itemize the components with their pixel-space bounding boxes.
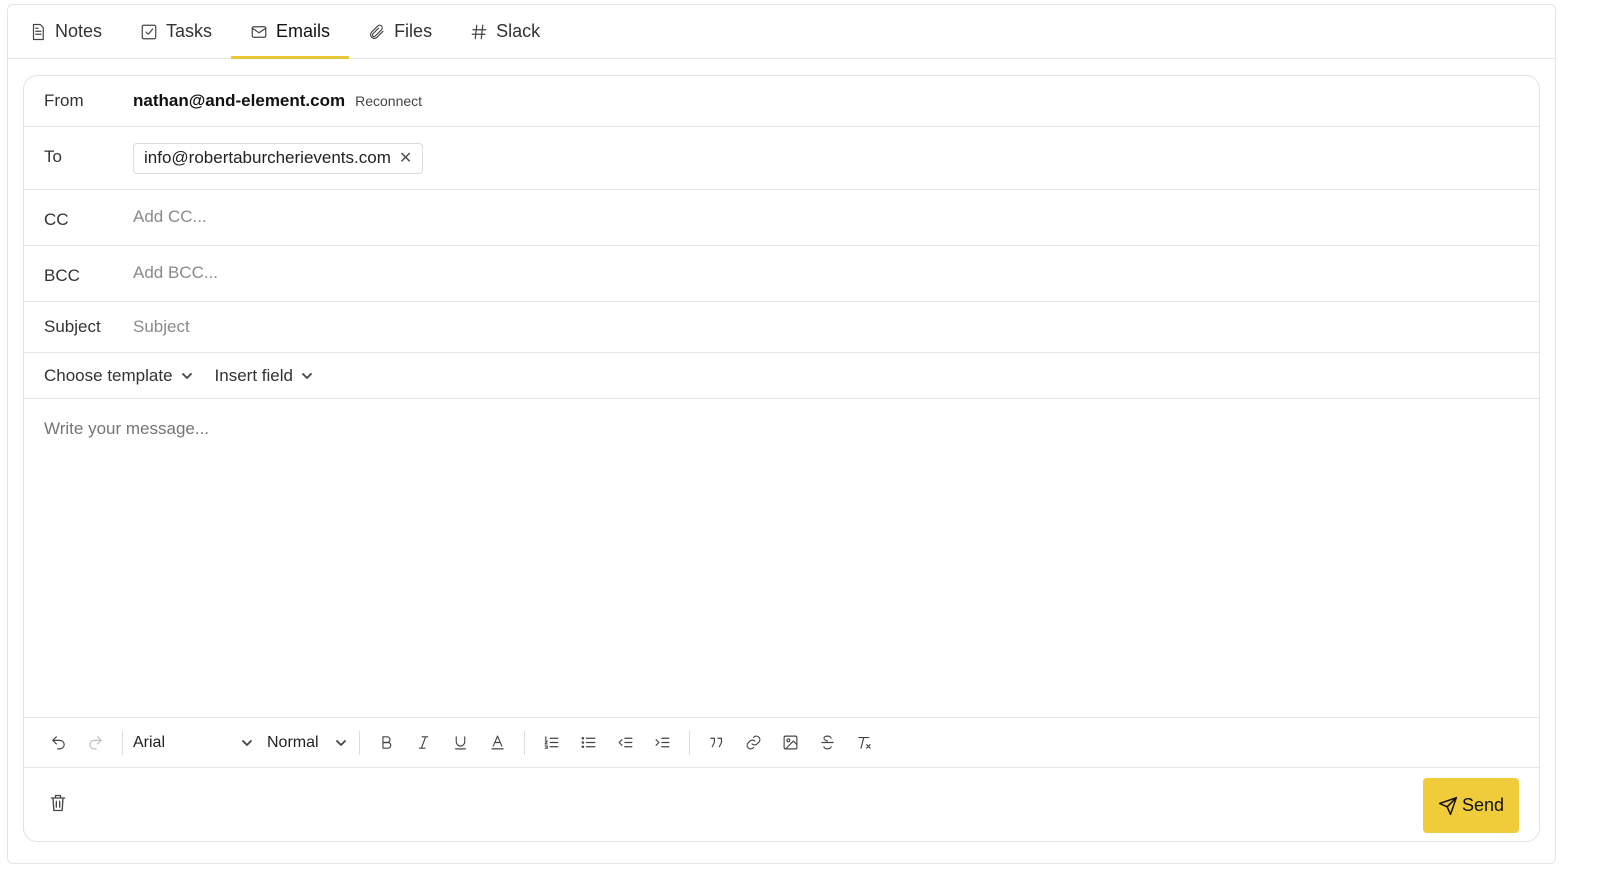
bullet-list-icon: [581, 736, 596, 749]
underline-button[interactable]: [442, 728, 479, 758]
tab-notes[interactable]: Notes: [10, 5, 121, 58]
subject-input[interactable]: Subject: [133, 317, 190, 337]
remove-recipient-icon[interactable]: ✕: [399, 148, 412, 168]
clear-format-icon: [858, 736, 871, 749]
message-body[interactable]: [24, 399, 1539, 717]
size-select[interactable]: Normal: [259, 734, 351, 752]
from-label: From: [44, 91, 84, 110]
blockquote-button[interactable]: [698, 728, 735, 758]
italic-icon: [418, 736, 429, 749]
cc-label: CC: [44, 210, 69, 229]
toolbar-divider: [524, 730, 525, 755]
bold-icon: [382, 736, 392, 749]
image-button[interactable]: [772, 728, 809, 758]
discard-button[interactable]: [48, 793, 68, 818]
chevron-down-icon: [181, 372, 192, 379]
redo-button[interactable]: [77, 728, 114, 758]
compose-footer: Send: [24, 768, 1539, 841]
toolbar-divider: [689, 730, 690, 755]
recipient-email: info@robertaburcherievents.com: [144, 148, 391, 167]
bcc-row[interactable]: BCC Add BCC...: [24, 246, 1539, 302]
bcc-input[interactable]: Add BCC...: [133, 263, 218, 283]
send-button[interactable]: Send: [1423, 778, 1519, 833]
undo-icon: [52, 736, 65, 750]
chevron-down-icon: [336, 739, 346, 746]
font-select-value: Arial: [133, 733, 166, 751]
subject-label: Subject: [44, 317, 101, 336]
to-row: To info@robertaburcherievents.com ✕: [24, 127, 1539, 190]
tab-label: Slack: [496, 21, 541, 41]
template-row: Choose template Insert field: [24, 353, 1539, 399]
tab-label: Tasks: [166, 21, 213, 41]
tab-label: Files: [394, 21, 433, 41]
compose-card: From nathan@and-element.com Reconnect To…: [23, 75, 1540, 842]
chevron-down-icon: [302, 372, 312, 379]
clear-format-button[interactable]: [846, 728, 883, 758]
bold-button[interactable]: [368, 728, 405, 758]
insert-field-dropdown[interactable]: Insert field: [215, 366, 313, 386]
bullet-list-button[interactable]: [570, 728, 607, 758]
send-label: Send: [1461, 795, 1505, 815]
recipient-chip[interactable]: info@robertaburcherievents.com ✕: [133, 142, 424, 174]
reconnect-link[interactable]: Reconnect: [355, 93, 422, 109]
tab-tasks[interactable]: Tasks: [121, 5, 231, 58]
tab-emails[interactable]: Emails: [231, 5, 350, 59]
formatting-toolbar: Arial Normal: [24, 717, 1539, 768]
email-panel: Notes Tasks Emails Files Slack From nath…: [7, 4, 1556, 864]
tab-label: Emails: [276, 21, 331, 41]
bcc-label: BCC: [44, 266, 80, 285]
trash-icon: [50, 794, 66, 812]
subject-row[interactable]: Subject Subject: [24, 302, 1539, 353]
ordered-list-icon: [544, 736, 559, 749]
checkbox-icon: [141, 24, 157, 39]
indent-icon: [655, 737, 670, 748]
image-icon: [783, 735, 798, 750]
insert-field-label: Insert field: [214, 365, 293, 385]
outdent-icon: [618, 737, 633, 748]
toolbar-divider: [359, 730, 360, 755]
strikethrough-button[interactable]: [809, 728, 846, 758]
from-email: nathan@and-element.com: [133, 91, 346, 110]
cc-input[interactable]: Add CC...: [133, 207, 207, 227]
size-select-value: Normal: [267, 733, 319, 751]
link-icon: [746, 735, 761, 750]
hash-icon: [471, 24, 487, 39]
from-row: From nathan@and-element.com Reconnect: [24, 76, 1539, 127]
text-color-icon: [491, 735, 504, 750]
tab-slack[interactable]: Slack: [451, 5, 559, 58]
outdent-button[interactable]: [607, 728, 644, 758]
tab-files[interactable]: Files: [349, 5, 451, 58]
toolbar-divider: [122, 730, 123, 755]
indent-button[interactable]: [644, 728, 681, 758]
choose-template-label: Choose template: [44, 365, 173, 385]
font-select[interactable]: Arial: [131, 734, 259, 752]
cc-row[interactable]: CC Add CC...: [24, 190, 1539, 246]
document-icon: [32, 23, 44, 40]
tab-label: Notes: [55, 21, 103, 41]
italic-button[interactable]: [405, 728, 442, 758]
chevron-down-icon: [242, 739, 252, 746]
link-button[interactable]: [735, 728, 772, 758]
paperclip-icon: [370, 24, 384, 39]
mail-icon: [251, 25, 267, 38]
ordered-list-button[interactable]: [533, 728, 570, 758]
underline-icon: [454, 736, 467, 750]
to-label: To: [44, 147, 62, 166]
redo-icon: [89, 736, 102, 750]
tab-bar: Notes Tasks Emails Files Slack: [8, 5, 1555, 59]
send-icon: [1438, 796, 1458, 815]
quote-icon: [710, 737, 723, 748]
choose-template-dropdown[interactable]: Choose template: [44, 366, 193, 386]
undo-button[interactable]: [40, 728, 77, 758]
strikethrough-icon: [821, 735, 834, 750]
text-color-button[interactable]: [479, 728, 516, 758]
